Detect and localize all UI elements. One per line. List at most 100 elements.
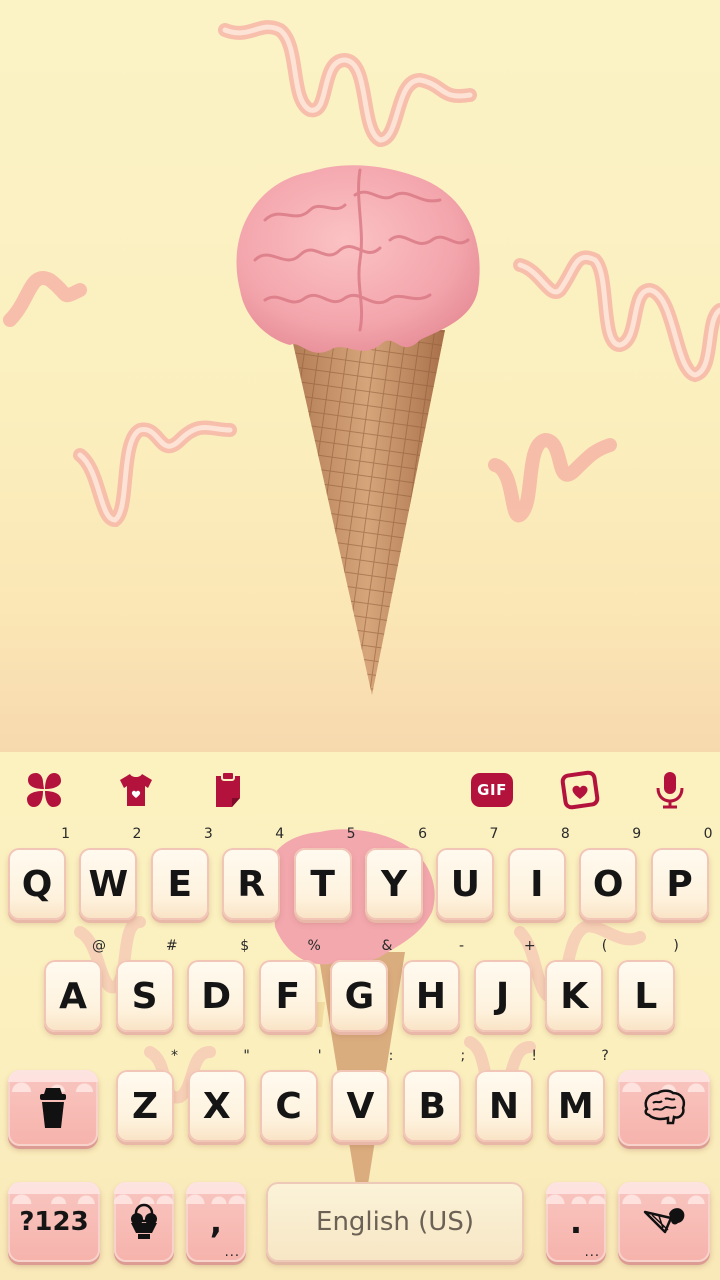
key-hint: 2 — [132, 826, 142, 842]
ice-cream-cup-icon — [131, 1203, 157, 1239]
key-label: Q — [21, 863, 53, 905]
comma-key[interactable]: , ... — [186, 1182, 246, 1262]
key-hint: ? — [601, 1048, 609, 1064]
key-w[interactable]: W2 — [79, 826, 141, 920]
key-hint: : — [388, 1048, 394, 1064]
key-hint: % — [307, 938, 321, 954]
key-label: J — [495, 975, 510, 1017]
key-e[interactable]: E3 — [150, 826, 213, 920]
key-label: O — [592, 863, 624, 905]
key-f[interactable]: F% — [258, 938, 321, 1032]
key-hint: ' — [317, 1048, 322, 1064]
key-o[interactable]: O9 — [579, 826, 641, 920]
key-z[interactable]: Z * — [116, 1048, 178, 1142]
key-label: W — [88, 863, 129, 905]
key-h[interactable]: H- — [402, 938, 464, 1032]
brain-icon — [644, 1089, 686, 1125]
key-v[interactable]: V: — [331, 1048, 393, 1142]
key-label: H — [415, 975, 447, 1017]
key-n[interactable]: N! — [475, 1048, 537, 1142]
key-hint: 7 — [489, 826, 499, 842]
shift-key[interactable] — [8, 1070, 98, 1146]
key-label: L — [634, 975, 658, 1017]
brain-ice-cream-illustration — [3, 20, 720, 695]
key-label: M — [557, 1085, 594, 1127]
clipboard-icon[interactable] — [204, 766, 252, 814]
key-m[interactable]: M? — [546, 1048, 609, 1142]
key-label: R — [237, 863, 266, 905]
key-hint: 8 — [560, 826, 570, 842]
theme-preview-artwork — [0, 0, 720, 752]
key-b[interactable]: B; — [403, 1048, 465, 1142]
key-c[interactable]: C ' — [259, 1048, 322, 1142]
gif-icon[interactable]: GIF — [468, 766, 516, 814]
enter-key[interactable] — [618, 1182, 710, 1262]
key-hint: ! — [531, 1048, 537, 1064]
key-label: E — [167, 863, 193, 905]
key-g[interactable]: G & — [330, 938, 392, 1032]
symbols-key[interactable]: ?123 — [8, 1182, 100, 1262]
key-s[interactable]: S # — [115, 938, 178, 1032]
key-label: V — [346, 1085, 375, 1127]
key-p[interactable]: P0 — [650, 826, 713, 920]
microphone-icon[interactable] — [646, 766, 694, 814]
space-bar[interactable]: English (US) — [266, 1182, 524, 1262]
key-hint: @ — [92, 938, 106, 954]
period-label: . — [569, 1203, 583, 1241]
space-bar-label: English (US) — [316, 1207, 474, 1237]
key-label: S — [131, 975, 158, 1017]
key-k[interactable]: K( — [545, 938, 607, 1032]
key-d[interactable]: D $ — [187, 938, 249, 1032]
key-hint: $ — [240, 938, 250, 954]
key-j[interactable]: J + — [473, 938, 536, 1032]
clover-menu-icon[interactable] — [20, 766, 68, 814]
key-u[interactable]: U7 — [436, 826, 498, 920]
key-hint: - — [458, 938, 464, 954]
key-hint: 4 — [275, 826, 285, 842]
key-label: I — [530, 863, 544, 905]
cup-icon — [40, 1088, 66, 1128]
ice-cream-cone-icon — [643, 1208, 685, 1234]
key-label: X — [202, 1085, 231, 1127]
comma-label: , — [209, 1203, 223, 1241]
key-a[interactable]: A @ — [44, 938, 106, 1032]
sticker-icon[interactable] — [556, 766, 604, 814]
key-l[interactable]: L) — [616, 938, 679, 1032]
key-y[interactable]: Y6 — [365, 826, 427, 920]
period-more-hint: ... — [584, 1245, 600, 1260]
theme-shirt-icon[interactable] — [112, 766, 160, 814]
key-label: B — [418, 1085, 446, 1127]
comma-more-hint: ... — [224, 1245, 240, 1260]
key-label: D — [201, 975, 232, 1017]
key-label: A — [59, 975, 87, 1017]
key-label: N — [488, 1085, 520, 1127]
key-hint: 9 — [632, 826, 642, 842]
key-hint: 6 — [418, 826, 427, 842]
key-label: Z — [131, 1085, 159, 1127]
emoji-key[interactable] — [114, 1182, 174, 1262]
period-key[interactable]: . ... — [546, 1182, 606, 1262]
key-hint: 5 — [346, 826, 356, 842]
key-i[interactable]: I8 — [507, 826, 570, 920]
key-hint: " — [243, 1048, 250, 1064]
key-label: Y — [380, 863, 408, 905]
key-hint: 0 — [703, 826, 713, 842]
key-hint: ( — [601, 938, 608, 954]
key-label: K — [560, 975, 589, 1017]
key-q[interactable]: Q1 — [8, 826, 70, 920]
key-label: G — [344, 975, 375, 1017]
gif-label: GIF — [471, 773, 513, 807]
delete-key[interactable] — [618, 1070, 710, 1146]
key-hint: + — [523, 938, 536, 954]
key-hint: 1 — [61, 826, 70, 842]
keyboard-toolbar: GIF — [0, 752, 720, 830]
key-label: U — [450, 863, 480, 905]
key-hint: & — [381, 938, 393, 954]
key-hint: 3 — [203, 826, 213, 842]
key-t[interactable]: T5 — [293, 826, 356, 920]
key-label: F — [275, 975, 301, 1017]
symbols-label: ?123 — [19, 1207, 89, 1237]
key-x[interactable]: X " — [187, 1048, 250, 1142]
key-r[interactable]: R4 — [222, 826, 284, 920]
key-label: C — [275, 1085, 302, 1127]
